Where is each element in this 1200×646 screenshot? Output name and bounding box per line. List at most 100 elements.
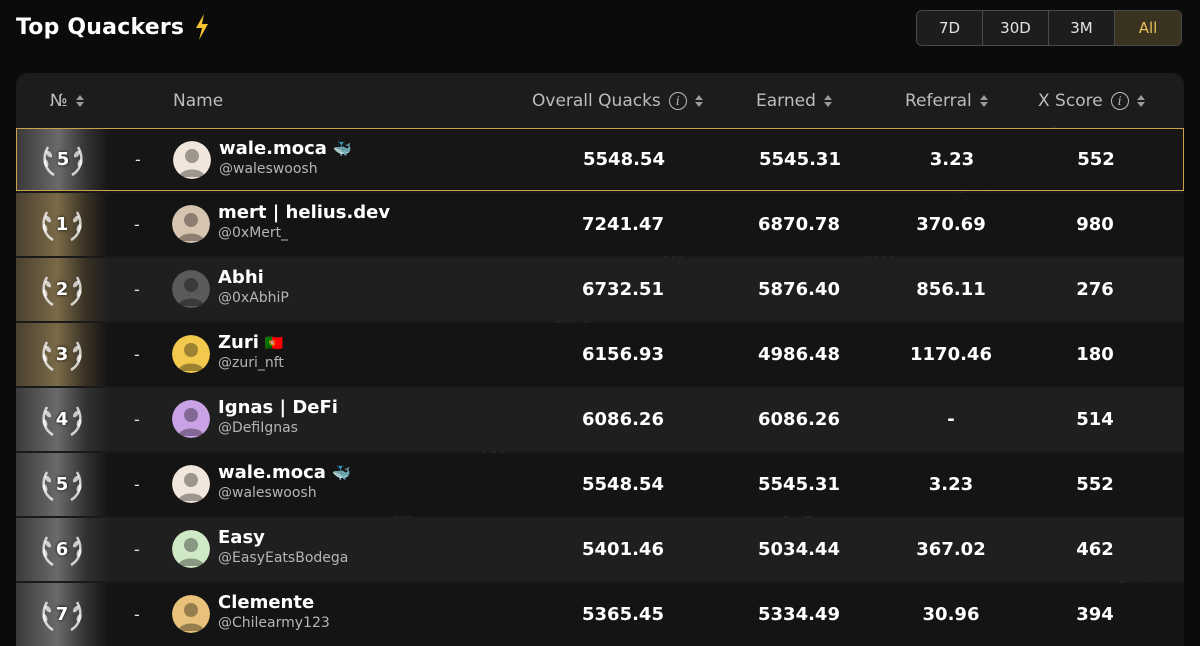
rank-change: - xyxy=(134,215,140,234)
user-name-block[interactable]: Ignas | DeFi @DefiIgnas xyxy=(218,397,344,436)
x-score-value: 552 xyxy=(1076,474,1114,495)
user-name-block[interactable]: Abhi @0xAbhiP xyxy=(218,267,289,306)
sort-icon[interactable] xyxy=(823,95,832,107)
rank-change: - xyxy=(134,280,140,299)
user-name-block[interactable]: Easy @EasyEatsBodega xyxy=(218,527,348,566)
tab-all[interactable]: All xyxy=(1115,11,1181,45)
column-name-label: Name xyxy=(173,91,224,111)
referral-value: 370.69 xyxy=(916,214,986,235)
avatar[interactable] xyxy=(172,595,210,633)
laurel-wreath-icon: 6 xyxy=(39,529,85,571)
info-icon[interactable]: i xyxy=(668,92,687,110)
referral-value: 1170.46 xyxy=(910,344,992,365)
display-name[interactable]: Zuri 🇵🇹 xyxy=(218,332,284,353)
overall-quacks-value: 7241.47 xyxy=(582,214,664,235)
overall-quacks-value: 6732.51 xyxy=(582,279,664,300)
overall-quacks-value: 6156.93 xyxy=(582,344,664,365)
rank-badge: 5 xyxy=(17,129,109,190)
user-handle[interactable]: @EasyEatsBodega xyxy=(218,550,348,566)
lightning-icon xyxy=(196,14,209,40)
earned-value: 4986.48 xyxy=(758,344,840,365)
user-name-block[interactable]: wale.moca 🐳 @waleswoosh xyxy=(219,138,352,177)
sort-icon[interactable] xyxy=(75,95,84,107)
user-name-block[interactable]: Zuri 🇵🇹 @zuri_nft xyxy=(218,332,284,371)
user-name-block[interactable]: Clemente @Chilearmy123 xyxy=(218,592,330,631)
name-badge-icon: 🐳 xyxy=(332,139,352,158)
earned-value: 6086.26 xyxy=(758,409,840,430)
earned-value: 5876.40 xyxy=(758,279,840,300)
info-icon[interactable]: i xyxy=(1110,92,1129,110)
display-name-text: Zuri xyxy=(218,332,259,353)
x-score-value: 514 xyxy=(1076,409,1114,430)
table-row[interactable]: 2 - Abhi @0xAbhiP 6732.51 5876.40 856.11 276 xyxy=(16,258,1184,321)
rank-badge: 6 xyxy=(16,518,108,581)
display-name[interactable]: wale.moca 🐳 xyxy=(218,462,351,483)
earned-value: 5334.49 xyxy=(758,604,840,625)
table-row[interactable]: 4 - Ignas | DeFi @DefiIgnas 6086.26 6086.26 - 5… xyxy=(16,388,1184,451)
avatar[interactable] xyxy=(172,465,210,503)
column-referral[interactable]: Referral xyxy=(905,73,988,129)
user-handle[interactable]: @0xAbhiP xyxy=(218,290,289,306)
sort-icon[interactable] xyxy=(1136,95,1145,107)
sort-icon[interactable] xyxy=(694,95,703,107)
column-rank[interactable]: № xyxy=(50,73,84,129)
laurel-wreath-icon: 2 xyxy=(39,269,85,311)
user-name-block[interactable]: wale.moca 🐳 @waleswoosh xyxy=(218,462,351,501)
rank-change: - xyxy=(134,410,140,429)
column-overall[interactable]: Overall Quacks i xyxy=(532,73,703,129)
referral-value: - xyxy=(947,409,955,430)
user-handle[interactable]: @0xMert_ xyxy=(218,225,396,241)
laurel-wreath-icon: 1 xyxy=(39,204,85,246)
avatar[interactable] xyxy=(173,141,211,179)
overall-quacks-value: 5365.45 xyxy=(582,604,664,625)
name-badge-icon: 🐳 xyxy=(331,463,351,482)
column-earned-label: Earned xyxy=(756,91,816,111)
column-earned[interactable]: Earned xyxy=(756,73,832,129)
display-name[interactable]: wale.moca 🐳 xyxy=(219,138,352,159)
avatar[interactable] xyxy=(172,400,210,438)
referral-value: 3.23 xyxy=(928,474,974,495)
avatar[interactable] xyxy=(172,270,210,308)
table-row[interactable]: 7 - Clemente @Chilearmy123 5365.45 5334.49 30.… xyxy=(16,583,1184,646)
table-row[interactable]: 1 - mert | helius.dev @0xMert_ 7241.47 6870.7… xyxy=(16,193,1184,256)
table-row[interactable]: 3 - Zuri 🇵🇹 @zuri_nft 6156.93 4986.48 1170.46 18… xyxy=(16,323,1184,386)
sort-icon[interactable] xyxy=(979,95,988,107)
table-row[interactable]: 6 - Easy @EasyEatsBodega 5401.46 5034.44 367.0… xyxy=(16,518,1184,581)
table-row[interactable]: 5 - wale.moca 🐳 @waleswoosh 5548.54 5545.31 3.2… xyxy=(16,453,1184,516)
user-handle[interactable]: @zuri_nft xyxy=(218,355,284,371)
user-handle[interactable]: @waleswoosh xyxy=(219,161,352,177)
rank-change: - xyxy=(135,150,141,169)
current-user-row[interactable]: 5 - wale.moca 🐳 @waleswoosh 5548.54 5545.31 3.2… xyxy=(16,128,1184,191)
user-handle[interactable]: @DefiIgnas xyxy=(218,420,344,436)
tab-3m[interactable]: 3M xyxy=(1049,11,1115,45)
user-handle[interactable]: @Chilearmy123 xyxy=(218,615,330,631)
rank-number: 1 xyxy=(55,214,69,235)
column-rank-label: № xyxy=(50,91,68,111)
earned-value: 5545.31 xyxy=(758,474,840,495)
rank-change: - xyxy=(134,345,140,364)
user-handle[interactable]: @waleswoosh xyxy=(218,485,351,501)
avatar[interactable] xyxy=(172,205,210,243)
display-name[interactable]: Easy xyxy=(218,527,348,548)
rank-change: - xyxy=(134,475,140,494)
earned-value: 5034.44 xyxy=(758,539,840,560)
user-name-block[interactable]: mert | helius.dev @0xMert_ xyxy=(218,202,396,241)
avatar[interactable] xyxy=(172,335,210,373)
page-title: Top Quackers xyxy=(16,14,185,40)
display-name[interactable]: mert | helius.dev xyxy=(218,202,396,223)
x-score-value: 394 xyxy=(1076,604,1114,625)
column-xscore[interactable]: X Score i xyxy=(1038,73,1145,129)
rank-number: 4 xyxy=(55,409,69,430)
table-header: № Name Overall Quacks i Earned Referral … xyxy=(16,73,1184,129)
display-name[interactable]: Abhi xyxy=(218,267,289,288)
display-name[interactable]: Ignas | DeFi xyxy=(218,397,344,418)
tab-7d[interactable]: 7D xyxy=(917,11,983,45)
avatar[interactable] xyxy=(172,530,210,568)
display-name[interactable]: Clemente xyxy=(218,592,330,613)
name-badge-icon: 🇵🇹 xyxy=(264,333,284,352)
column-referral-label: Referral xyxy=(905,91,972,111)
tab-30d[interactable]: 30D xyxy=(983,11,1049,45)
display-name-text: Clemente xyxy=(218,592,315,613)
overall-quacks-value: 5548.54 xyxy=(582,474,664,495)
referral-value: 856.11 xyxy=(916,279,986,300)
